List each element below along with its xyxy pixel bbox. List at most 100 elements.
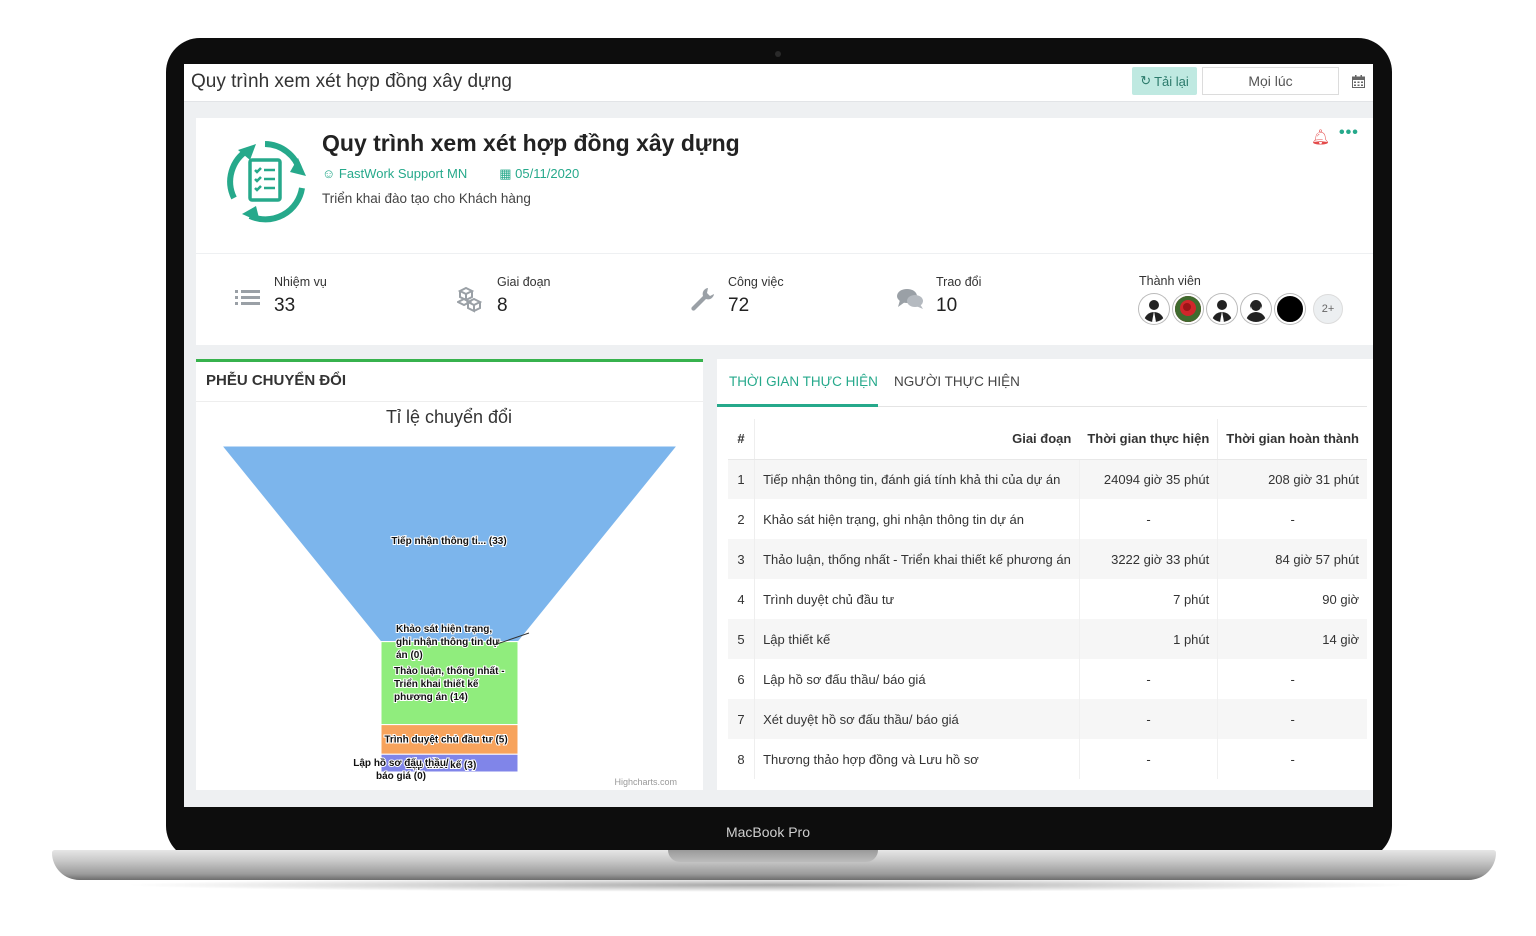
date-value: 05/11/2020	[515, 166, 580, 181]
avatar[interactable]	[1275, 294, 1305, 324]
stat-phases-value: 8	[497, 295, 508, 316]
person-female-icon	[1246, 300, 1266, 322]
wrench-icon	[691, 288, 714, 311]
table-row[interactable]: 6 Lập hồ sơ đấu thầu/ báo giá - -	[728, 659, 1367, 699]
phase-time-card: THỜI GIAN THỰC HIỆN NGƯỜI THỰC HIỆN # Gi…	[717, 359, 1373, 790]
list-icon	[235, 290, 260, 305]
table-row[interactable]: 5 Lập thiết kế 1 phút 14 giờ	[728, 619, 1367, 659]
phase-table: # Giai đoạn Thời gian thực hiện Thời gia…	[728, 419, 1367, 779]
cell-stage: Lập hồ sơ đấu thầu/ báo giá	[754, 659, 1080, 699]
member-avatars: 2+	[1139, 294, 1343, 324]
top-bar: Quy trình xem xét hợp đồng xây dựng ↻ Tả…	[184, 64, 1373, 102]
bell-icon[interactable]: 🔔︎	[1311, 128, 1330, 146]
comments-icon	[897, 289, 923, 309]
person-icon	[1212, 300, 1232, 322]
calendar-button[interactable]	[1344, 67, 1372, 95]
avatar[interactable]	[1173, 294, 1203, 324]
cell-idx: 8	[728, 739, 756, 779]
cell-done: 84 giờ 57 phút	[1217, 539, 1367, 579]
members-label: Thành viên	[1139, 274, 1201, 288]
col-done-header[interactable]: Thời gian hoàn thành	[1217, 419, 1367, 460]
funnel-data-label: Trình duyệt chủ đầu tư (5)	[384, 733, 507, 745]
laptop-notch	[668, 850, 878, 862]
cell-done: 208 giờ 31 phút	[1217, 459, 1367, 499]
cell-stage: Thảo luận, thống nhất - Triển khai thiết…	[754, 539, 1080, 579]
cell-time: 7 phút	[1079, 579, 1219, 619]
cell-time: -	[1079, 699, 1219, 739]
process-cycle-icon	[227, 141, 306, 223]
reload-button[interactable]: ↻ Tải lại	[1132, 67, 1197, 95]
process-meta: ☺ FastWork Support MN ▦ 05/11/2020	[322, 166, 579, 182]
user-icon: ☺	[322, 166, 339, 181]
funnel-data-label: Tiếp nhận thông ti... (33)	[391, 535, 506, 547]
col-time-header[interactable]: Thời gian thực hiện	[1079, 419, 1219, 460]
active-tab-indicator	[717, 404, 878, 407]
stat-jobs-value: 72	[728, 295, 750, 316]
cell-time: -	[1079, 739, 1219, 779]
chart-title: Tỉ lệ chuyển đổi	[386, 407, 512, 427]
cell-time: 24094 giờ 35 phút	[1079, 459, 1219, 499]
cell-stage: Lập thiết kế	[754, 619, 1080, 659]
col-index-header: #	[728, 419, 756, 460]
more-options-icon[interactable]: •••	[1339, 124, 1359, 142]
rose-icon	[1175, 296, 1201, 322]
period-select[interactable]: Mọi lúc	[1202, 67, 1339, 95]
calendar-icon	[1351, 74, 1365, 88]
col-stage-header[interactable]: Giai đoạn	[754, 419, 1080, 460]
cell-time: 1 phút	[1079, 619, 1219, 659]
cell-idx: 5	[728, 619, 756, 659]
process-header-card: Quy trình xem xét hợp đồng xây dựng ☺ Fa…	[196, 118, 1373, 345]
cell-stage: Khảo sát hiện trạng, ghi nhận thông tin …	[754, 499, 1080, 539]
cell-stage: Thương thảo hợp đồng và Lưu hồ sơ	[754, 739, 1080, 779]
avatar[interactable]	[1139, 294, 1169, 324]
calendar-small-icon: ▦	[499, 166, 516, 181]
laptop-shadow	[120, 878, 1420, 892]
cell-done: 14 giờ	[1217, 619, 1367, 659]
table-row[interactable]: 3 Thảo luận, thống nhất - Triển khai thiế…	[728, 539, 1367, 579]
stat-jobs-label: Công việc	[728, 275, 784, 289]
table-header-row: # Giai đoạn Thời gian thực hiện Thời gia…	[728, 419, 1367, 460]
avatar[interactable]	[1207, 294, 1237, 324]
cell-idx: 2	[728, 499, 756, 539]
cell-idx: 7	[728, 699, 756, 739]
table-row[interactable]: 7 Xét duyệt hồ sơ đấu thầu/ báo giá - -	[728, 699, 1367, 739]
app-screen: Quy trình xem xét hợp đồng xây dựng ↻ Tả…	[184, 64, 1373, 807]
cell-done: 90 giờ	[1322, 591, 1359, 607]
avatar[interactable]	[1241, 294, 1271, 324]
stat-discussions-label: Trao đổi	[936, 275, 982, 289]
owner-link[interactable]: ☺ FastWork Support MN	[322, 166, 467, 182]
table-row[interactable]: 1 Tiếp nhận thông tin, đánh giá tính khả …	[728, 459, 1367, 499]
more-members-badge[interactable]: 2+	[1313, 294, 1343, 324]
owner-name: FastWork Support MN	[338, 166, 468, 181]
cell-idx: 6	[728, 659, 756, 699]
funnel-card: PHỄU CHUYỂN ĐỔI Tỉ lệ chuyển đổi Tiếp nh…	[196, 359, 703, 790]
process-title: Quy trình xem xét hợp đồng xây dựng	[322, 130, 740, 156]
cell-done: -	[1290, 511, 1295, 527]
cell-idx: 1	[728, 459, 756, 499]
cell-stage: Tiếp nhận thông tin, đánh giá tính khả t…	[754, 459, 1080, 499]
page-title: Quy trình xem xét hợp đồng xây dựng	[191, 71, 512, 92]
process-description: Triển khai đào tạo cho Khách hàng	[322, 191, 531, 206]
cell-done: -	[1217, 699, 1367, 739]
stat-tasks-value: 33	[274, 295, 296, 316]
cell-stage: Xét duyệt hồ sơ đấu thầu/ báo giá	[754, 699, 1080, 739]
tab-assignees[interactable]: NGƯỜI THỰC HIỆN	[894, 374, 1020, 389]
table-row[interactable]: 8 Thương thảo hợp đồng và Lưu hồ sơ - -	[728, 739, 1367, 779]
funnel-chart: Tỉ lệ chuyển đổi Tiếp nhận thông ti... (…	[220, 407, 679, 787]
stat-discussions-value: 10	[936, 295, 958, 316]
table-row[interactable]: 4 Trình duyệt chủ đầu tư 7 phút 90 giờ	[728, 579, 1367, 619]
stat-tasks-label: Nhiệm vụ	[274, 275, 327, 289]
refresh-icon: ↻	[1140, 73, 1152, 88]
cell-done: -	[1290, 671, 1295, 687]
chart-credit[interactable]: Highcharts.com	[614, 777, 677, 787]
reload-label: Tải lại	[1154, 73, 1189, 89]
cell-done: -	[1290, 751, 1295, 767]
person-icon	[1144, 300, 1164, 322]
tab-bar: THỜI GIAN THỰC HIỆN NGƯỜI THỰC HIỆN	[717, 359, 1367, 407]
cell-idx: 4	[728, 579, 756, 619]
table-row[interactable]: 2 Khảo sát hiện trạng, ghi nhận thông tin…	[728, 499, 1367, 539]
cell-idx: 3	[728, 539, 756, 579]
funnel-heading: PHỄU CHUYỂN ĐỔI	[206, 372, 347, 389]
header-divider	[196, 253, 1373, 254]
tab-execution-time[interactable]: THỜI GIAN THỰC HIỆN	[729, 374, 878, 389]
